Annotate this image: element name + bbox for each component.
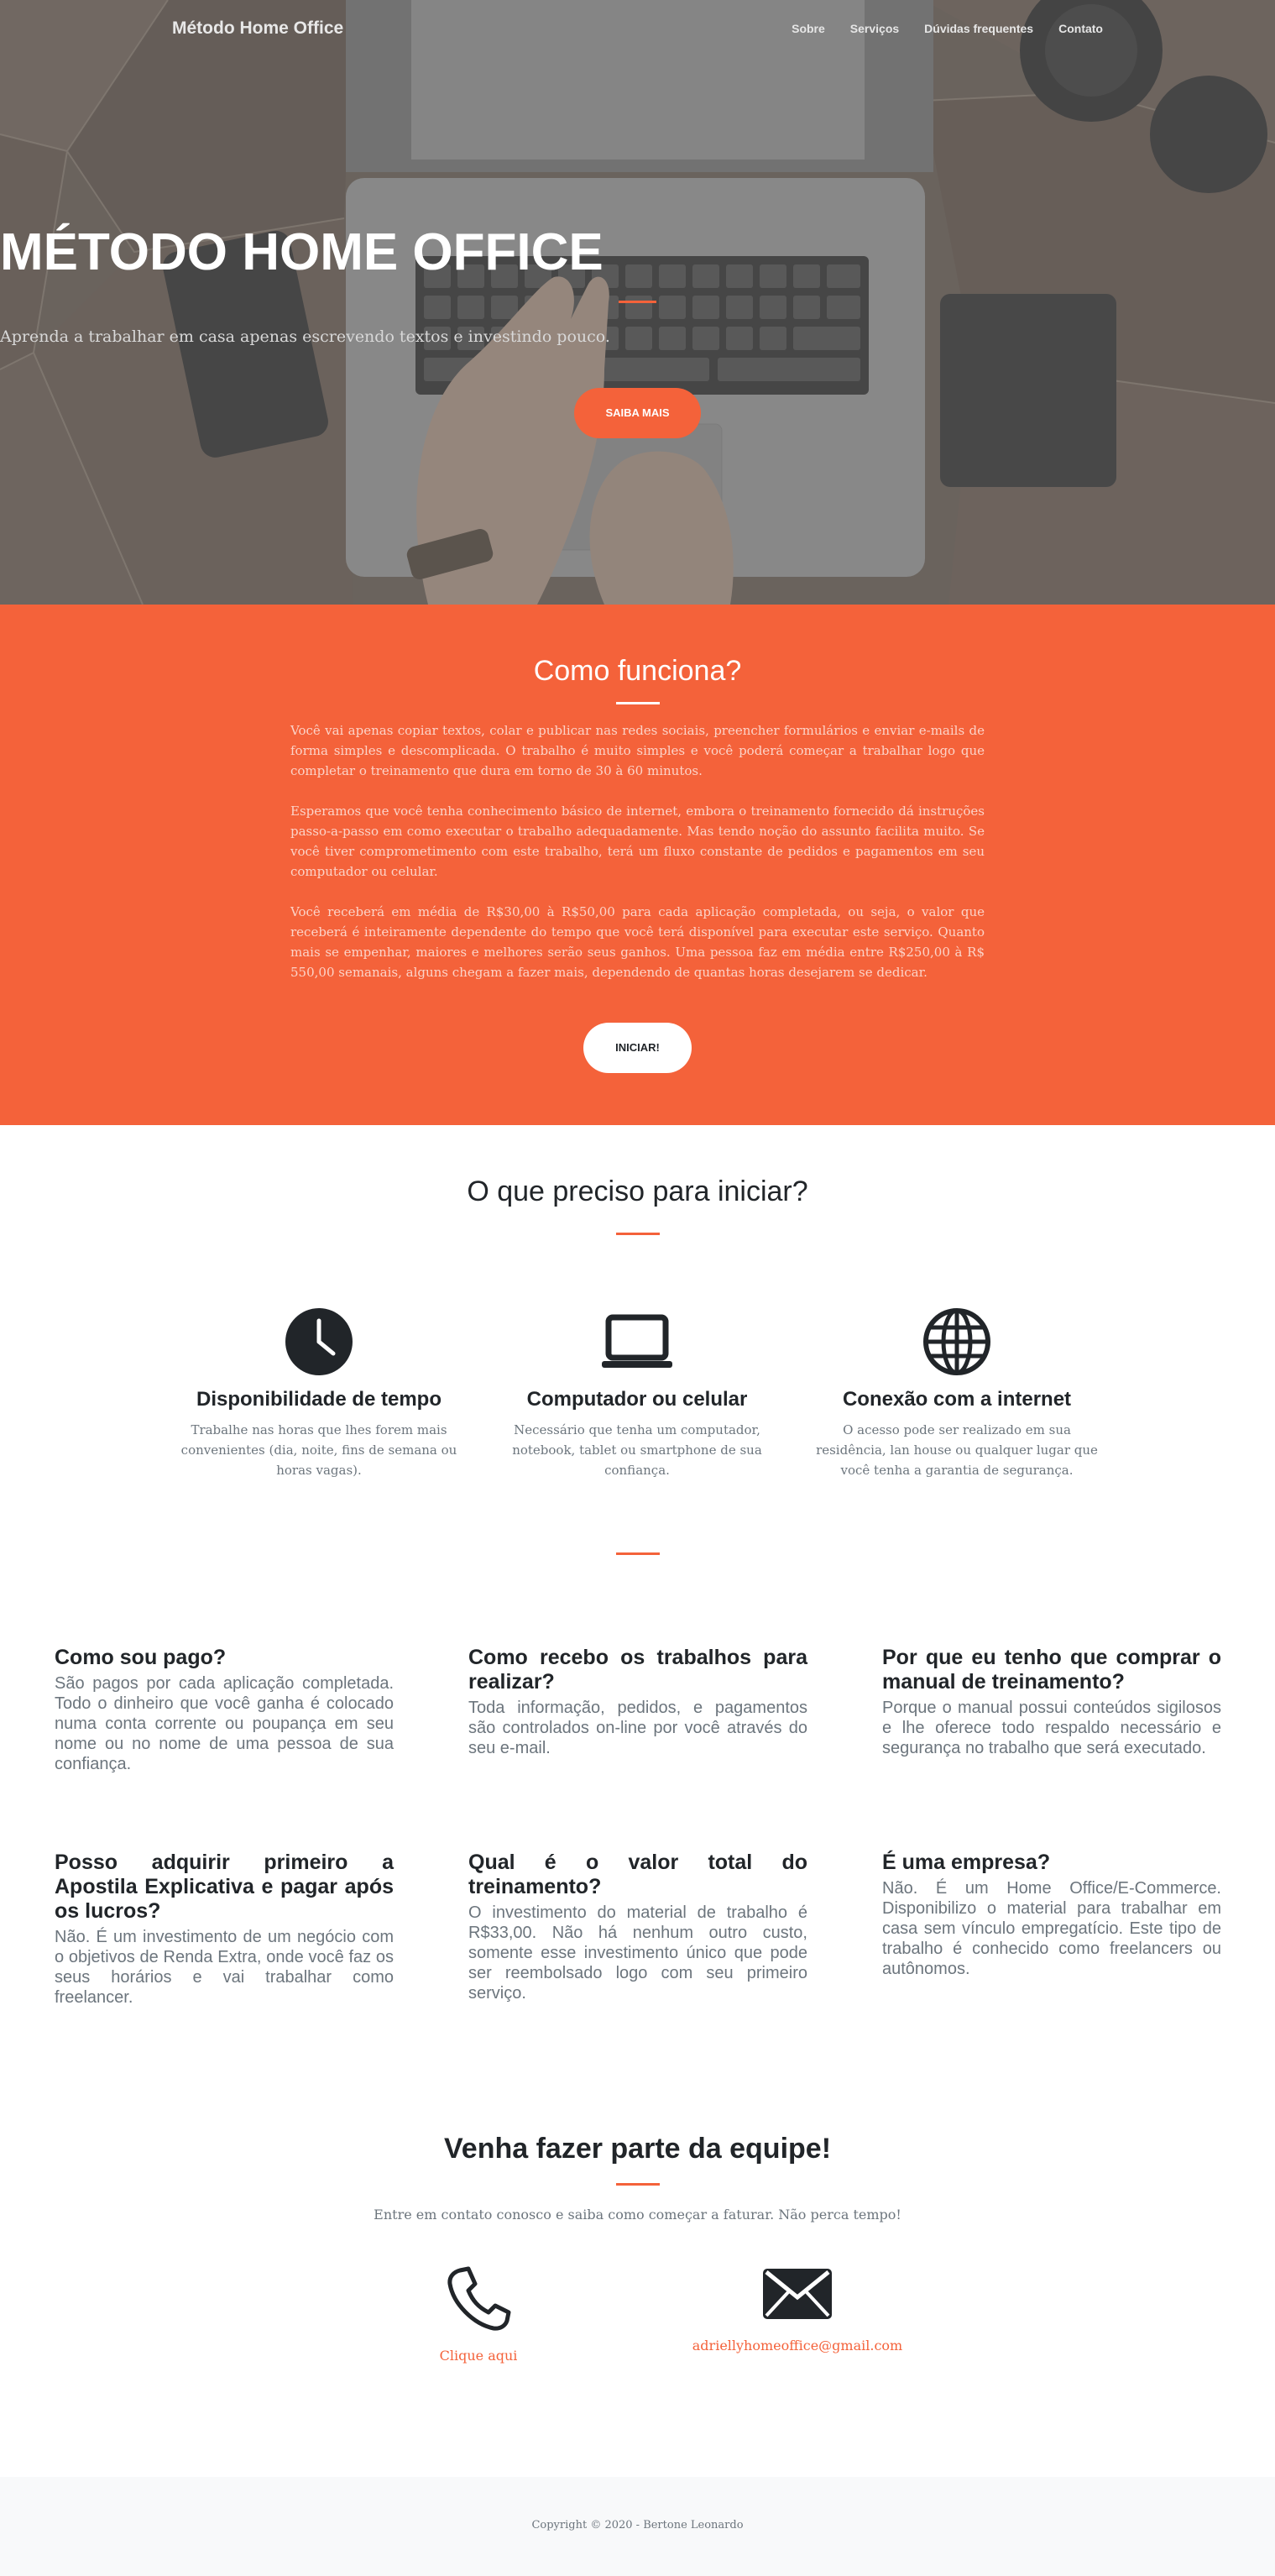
faq-item: Como recebo os trabalhos para realizar? … [468, 1646, 807, 1758]
how-it-works-section: Como funciona? Você vai apenas copiar te… [0, 605, 1275, 1125]
nav-link-duvidas[interactable]: Dúvidas frequentes [924, 22, 1033, 35]
faq-answer: Não. É um Home Office/E-Commerce. Dispon… [882, 1879, 1221, 1978]
contact-email: adriellyhomeoffice@gmail.com [671, 2265, 923, 2353]
faq-divider [616, 1552, 660, 1555]
hero-title: MÉTODO HOME OFFICE [0, 223, 604, 281]
requirement-time-text: Trabalhe nas horas que lhes forem mais c… [180, 1422, 457, 1478]
faq-item: Qual é o valor total do treinamento? O i… [468, 1851, 807, 2003]
requirements-section: O que preciso para iniciar? Disponibilid… [0, 1125, 1275, 1612]
faq-answer: Toda informação, pedidos, e pagamentos s… [468, 1699, 807, 1757]
faq-section: Como sou pago? São pagos por cada aplica… [0, 1612, 1275, 2116]
iniciar-button[interactable]: Iniciar! [583, 1023, 692, 1073]
faq-answer: São pagos por cada aplicação completada.… [55, 1674, 394, 1773]
faq-item: Por que eu tenho que comprar o manual de… [882, 1646, 1221, 1758]
requirement-time: Disponibilidade de tempo Trabalhe nas ho… [172, 1306, 466, 1480]
faq-question: Qual é o valor total do treinamento? [468, 1851, 807, 1898]
saiba-mais-button[interactable]: Saiba mais [574, 388, 701, 438]
contact-subtitle: Entre em contato conosco e saiba como co… [374, 2207, 901, 2223]
requirement-computer-title: Computador ou celular [526, 1388, 748, 1411]
brand-logo[interactable]: Método Home Office [172, 18, 343, 39]
faq-item: Como sou pago? São pagos por cada aplica… [55, 1646, 394, 1774]
how-text: Você vai apenas copiar textos, colar e p… [290, 720, 985, 1003]
hero-section: MÉTODO HOME OFFICE Aprenda a trabalhar e… [0, 0, 1275, 605]
clock-icon [172, 1306, 466, 1378]
how-paragraph-3: Você receberá em média de R$30,00 à R$50… [290, 904, 985, 980]
requirement-internet-title: Conexão com a internet [842, 1388, 1072, 1411]
laptop-icon [490, 1306, 784, 1378]
requirement-computer: Computador ou celular Necessário que ten… [490, 1306, 784, 1480]
contact-phone: Clique aqui [353, 2265, 604, 2364]
faq-answer: O investimento do material de trabalho é… [468, 1903, 807, 2003]
phone-icon [353, 2265, 604, 2331]
email-link[interactable]: adriellyhomeoffice@gmail.com [671, 2338, 923, 2353]
phone-link[interactable]: Clique aqui [353, 2348, 604, 2364]
navbar: Método Home Office Sobre Serviços Dúvida… [0, 0, 1275, 59]
faq-question: Como recebo os trabalhos para realizar? [468, 1646, 807, 1694]
envelope-icon [671, 2265, 923, 2321]
globe-icon [810, 1306, 1104, 1378]
requirement-computer-text: Necessário que tenha um computador, note… [512, 1422, 762, 1478]
nav-link-sobre[interactable]: Sobre [792, 22, 825, 35]
requirement-internet: Conexão com a internet O acesso pode ser… [810, 1306, 1104, 1480]
nav-link-servicos[interactable]: Serviços [850, 22, 899, 35]
requirement-time-title: Disponibilidade de tempo [196, 1388, 442, 1411]
faq-question: Por que eu tenho que comprar o manual de… [882, 1646, 1221, 1694]
nav-links: Sobre Serviços Dúvidas frequentes Contat… [792, 22, 1103, 35]
how-title: Como funciona? [533, 655, 742, 687]
contact-divider [616, 2183, 660, 2186]
hero-divider [619, 301, 656, 303]
faq-answer: Não. É um investimento de um negócio com… [55, 1928, 394, 2007]
faq-item: É uma empresa? Não. É um Home Office/E-C… [882, 1851, 1221, 1979]
how-divider [616, 702, 660, 704]
nav-link-contato[interactable]: Contato [1058, 22, 1103, 35]
requirements-divider [616, 1233, 660, 1235]
faq-question: É uma empresa? [882, 1851, 1051, 1874]
footer-copyright: Copyright © 2020 - Bertone Leonardo [531, 2519, 744, 2531]
requirement-internet-text: O acesso pode ser realizado em sua resid… [816, 1422, 1098, 1478]
requirements-title: O que preciso para iniciar? [467, 1175, 808, 1207]
faq-item: Posso adquirir primeiro a Apostila Expli… [55, 1851, 394, 2008]
faq-question: Posso adquirir primeiro a Apostila Expli… [55, 1851, 394, 1923]
how-paragraph-2: Esperamos que você tenha conhecimento bá… [290, 804, 985, 879]
contact-section: Venha fazer parte da equipe! Entre em co… [0, 2116, 1275, 2477]
how-paragraph-1: Você vai apenas copiar textos, colar e p… [290, 723, 985, 778]
footer: Copyright © 2020 - Bertone Leonardo [0, 2477, 1275, 2576]
faq-question: Como sou pago? [55, 1646, 227, 1669]
faq-answer: Porque o manual possui conteúdos sigilos… [882, 1699, 1221, 1757]
hero-subtitle: Aprenda a trabalhar em casa apenas escre… [0, 327, 610, 346]
contact-title: Venha fazer parte da equipe! [443, 2133, 832, 2165]
